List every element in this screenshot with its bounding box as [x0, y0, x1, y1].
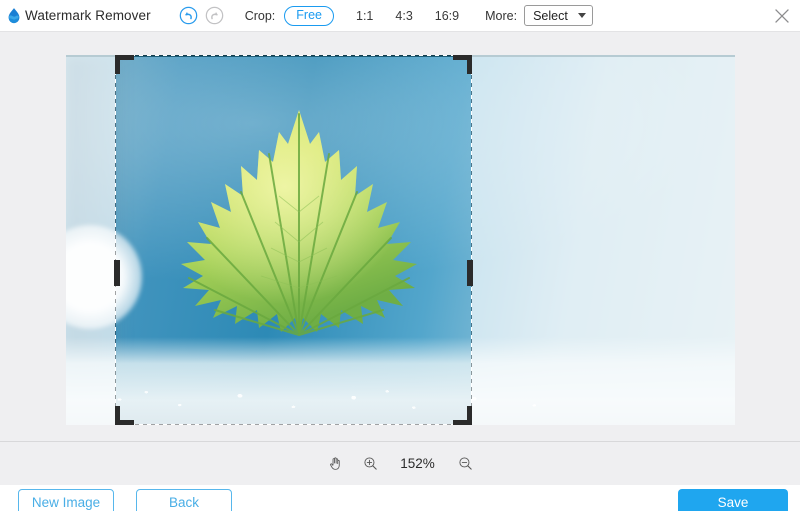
crop-handle-middle-right[interactable]: [467, 260, 473, 286]
crop-handle-bottom-right-v[interactable]: [467, 406, 472, 425]
crop-selection[interactable]: [115, 55, 472, 425]
crop-edge-left[interactable]: [115, 55, 116, 425]
crop-handle-middle-left[interactable]: [114, 260, 120, 286]
close-icon[interactable]: [770, 4, 794, 28]
more-select-dropdown[interactable]: Select: [524, 5, 593, 26]
zoom-out-icon[interactable]: [457, 455, 474, 472]
crop-edge-right[interactable]: [471, 55, 472, 425]
crop-dim-left: [66, 55, 115, 425]
new-image-button[interactable]: New Image: [18, 489, 114, 511]
ratio-option-4-3[interactable]: 4:3: [395, 9, 412, 23]
back-button[interactable]: Back: [136, 489, 232, 511]
zoom-in-icon[interactable]: [362, 455, 379, 472]
footer-bar: New Image Back Save: [0, 485, 800, 511]
top-toolbar: Watermark Remover Crop: Free 1:1 4:3: [0, 0, 800, 32]
more-label: More:: [485, 9, 517, 23]
ratio-option-16-9[interactable]: 16:9: [435, 9, 459, 23]
crop-edge-bottom[interactable]: [115, 424, 472, 425]
ratio-option-1-1[interactable]: 1:1: [356, 9, 373, 23]
more-select-value: Select: [533, 9, 568, 23]
crop-dim-right: [472, 55, 735, 425]
undo-arrow-icon[interactable]: [179, 6, 198, 25]
brand: Watermark Remover: [4, 6, 151, 26]
zoom-toolbar: 152%: [0, 441, 800, 485]
zoom-level-value: 152%: [397, 456, 439, 471]
water-drop-wave-logo-icon: [4, 6, 24, 26]
crop-handle-bottom-left-v[interactable]: [115, 406, 120, 425]
history-buttons: [179, 6, 224, 25]
ratio-option-free[interactable]: Free: [284, 6, 334, 26]
save-button[interactable]: Save: [678, 489, 788, 511]
hand-pan-icon[interactable]: [327, 455, 344, 472]
crop-handle-top-left-v[interactable]: [115, 55, 120, 74]
crop-handle-top-right-v[interactable]: [467, 55, 472, 74]
crop-label: Crop:: [245, 9, 276, 23]
editor-canvas[interactable]: [0, 32, 800, 441]
crop-edge-top[interactable]: [115, 55, 472, 56]
app-title: Watermark Remover: [25, 8, 151, 23]
redo-arrow-icon[interactable]: [205, 6, 224, 25]
chevron-down-icon: [578, 13, 586, 18]
app-window: Watermark Remover Crop: Free 1:1 4:3: [0, 0, 800, 511]
